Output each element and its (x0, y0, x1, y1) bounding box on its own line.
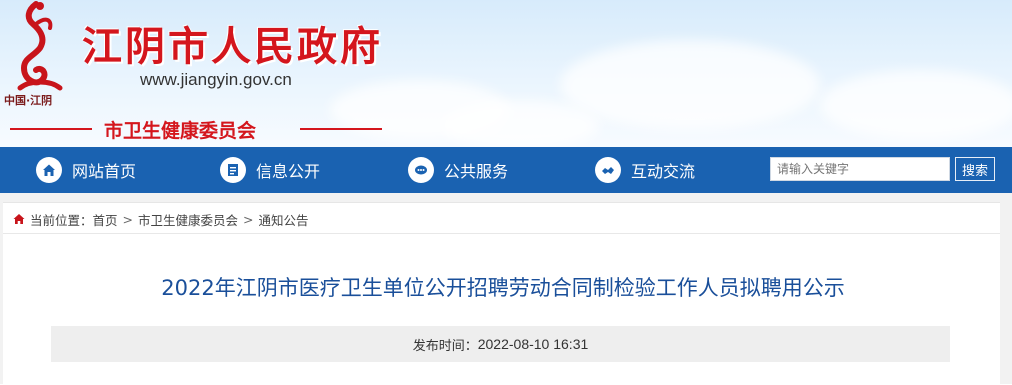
breadcrumb-link-department[interactable]: 市卫生健康委员会 (138, 210, 238, 229)
nav-item-label: 网站首页 (72, 162, 137, 181)
nav-item-label: 互动交流 (631, 162, 696, 181)
nav-item-label: 公共服务 (444, 162, 509, 181)
nav-item-info-disclosure[interactable]: 信息公开 (220, 147, 320, 193)
breadcrumb-separator: > (243, 211, 254, 227)
breadcrumb: 当前位置： 首页 > 市卫生健康委员会 > 通知公告 (12, 210, 309, 228)
location-home-icon (13, 214, 25, 224)
nav-item-home[interactable]: 网站首页 (36, 147, 136, 193)
breadcrumb-link-notices[interactable]: 通知公告 (259, 210, 309, 229)
breadcrumb-prefix: 当前位置： (30, 212, 93, 228)
cloud-decoration (820, 70, 1012, 140)
article-meta-bar: 发布时间： 2022-08-10 16:31 (51, 326, 950, 362)
breadcrumb-link-home[interactable]: 首页 (93, 210, 118, 229)
search-button[interactable]: 搜索 (955, 157, 995, 181)
service-icon (408, 157, 434, 183)
department-banner: 市卫生健康委员会 (10, 114, 382, 144)
document-icon (220, 157, 246, 183)
breadcrumb-separator: > (122, 211, 134, 227)
article-title: 2022年江阴市医疗卫生单位公开招聘劳动合同制检验工作人员拟聘用公示 (161, 276, 845, 300)
search-input[interactable] (770, 157, 950, 181)
publish-time-label: 发布时间： (412, 338, 478, 354)
nav-item-public-service[interactable]: 公共服务 (408, 147, 508, 193)
divider-line (300, 128, 382, 130)
home-icon (36, 157, 62, 183)
emblem-caption: 中国·江阴 (4, 94, 53, 107)
nav-item-interaction[interactable]: 互动交流 (595, 147, 695, 193)
nav-item-label: 信息公开 (256, 162, 321, 181)
site-title[interactable]: 江阴市人民政府 (82, 14, 383, 72)
publish-time-value: 2022-08-10 16:31 (477, 336, 589, 352)
site-header: 中国·江阴 江阴市人民政府 www.jiangyin.gov.cn 市卫生健康委… (0, 0, 1012, 147)
department-title: 市卫生健康委员会 (104, 120, 257, 142)
interaction-icon (595, 157, 621, 183)
breadcrumb-divider (3, 233, 1000, 234)
divider-line (10, 128, 92, 130)
site-url: www.jiangyin.gov.cn (140, 70, 292, 89)
cloud-decoration (440, 100, 600, 147)
cloud-decoration (560, 40, 820, 130)
